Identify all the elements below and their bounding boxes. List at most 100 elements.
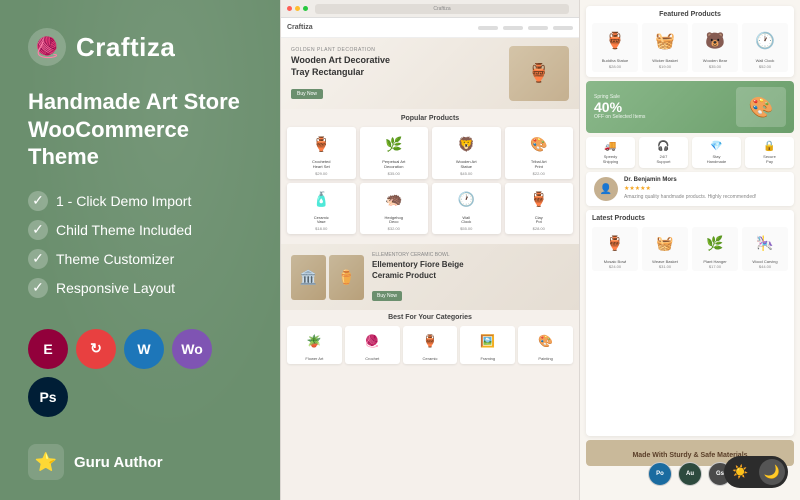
- product-card-3[interactable]: 🦁 Wooden ArtStatue $45.00: [432, 127, 501, 179]
- latest-price-2: $31.00: [659, 264, 671, 269]
- featured-img-2: 🧺: [645, 26, 685, 56]
- product-name-6: HedgehogDeco: [385, 216, 403, 226]
- features-list: ✓ 1 - Click Demo Import ✓ Child Theme In…: [28, 191, 252, 307]
- feature-label-2: Child Theme Included: [56, 222, 192, 238]
- cat-card-3[interactable]: 🏺 Ceramic: [403, 326, 458, 364]
- cat-name-5: Painting: [538, 356, 552, 361]
- sale-small-text: Spring Sale: [594, 94, 645, 100]
- cat-card-5[interactable]: 🎨 Painting: [518, 326, 573, 364]
- latest-card-2[interactable]: 🧺 Weave Basket $31.00: [642, 227, 688, 271]
- promo-text: ELLEMENTORY CERAMIC BOWL Ellementory Fio…: [372, 252, 569, 302]
- author-area: ⭐ Guru Author: [28, 444, 252, 480]
- product-card-7[interactable]: 🕐 WallClock $55.00: [432, 183, 501, 235]
- logo-area: 🧶 Craftiza: [28, 28, 252, 66]
- brand-name: Craftiza: [76, 32, 175, 63]
- latest-img-2: 🧺: [644, 229, 686, 257]
- nav-link-4: [553, 26, 573, 30]
- product-name-8: ClayPot: [535, 216, 543, 226]
- cat-card-1[interactable]: 🪴 Flower Art: [287, 326, 342, 364]
- product-name-1: CrochetedHeart Set: [312, 160, 330, 170]
- product-card-6[interactable]: 🦔 HedgehogDeco $32.00: [360, 183, 429, 235]
- cat-name-2: Crochet: [365, 356, 379, 361]
- tagline-line2: WooCommerce Theme: [28, 116, 252, 171]
- featured-title: Featured Products: [592, 11, 788, 18]
- product-price-7: $55.00: [460, 226, 472, 231]
- product-card-1[interactable]: 🏺 CrochetedHeart Set $29.00: [287, 127, 356, 179]
- url-text: Craftiza: [433, 6, 450, 12]
- cat-name-1: Flower Art: [305, 356, 323, 361]
- feature-badge-handmade: 💎 StayHandmade: [692, 137, 741, 168]
- shipping-text: SpeedyShipping: [603, 154, 619, 164]
- hero-button[interactable]: Buy Now: [291, 89, 323, 99]
- right-preview-panel: Featured Products 🏺 Buddha Statue $28.00…: [580, 0, 800, 500]
- latest-card-3[interactable]: 🌿 Plant Hanger $17.00: [692, 227, 738, 271]
- sale-product-img: 🎨: [736, 87, 786, 127]
- footer-logo-portal: Po: [648, 462, 672, 486]
- latest-price-4: $44.00: [759, 264, 771, 269]
- product-img-3: 🦁: [435, 130, 498, 158]
- featured-card-1[interactable]: 🏺 Buddha Statue $28.00: [592, 23, 638, 72]
- hero-emoji: 🏺: [528, 63, 550, 84]
- popular-products-section: Popular Products 🏺 CrochetedHeart Set $2…: [281, 109, 579, 244]
- latest-section: Latest Products 🏺 Mosaic Bowl $24.00 🧺 W…: [586, 210, 794, 436]
- handmade-text: StayHandmade: [707, 154, 727, 164]
- review-text: Amazing quality handmade products. Highl…: [624, 194, 786, 201]
- feature-item-child-theme: ✓ Child Theme Included: [28, 220, 252, 240]
- moon-icon: 🌙: [764, 464, 780, 480]
- secure-icon: 🔒: [763, 141, 775, 152]
- promo-title: Ellementory Fiore BeigeCeramic Product: [372, 260, 569, 281]
- badge-woocommerce: Wo: [172, 329, 212, 369]
- featured-card-2[interactable]: 🧺 Wicker Basket $19.00: [642, 23, 688, 72]
- product-name-4: Tribal ArtPrint: [531, 160, 547, 170]
- latest-card-1[interactable]: 🏺 Mosaic Bowl $24.00: [592, 227, 638, 271]
- dark-mode-toggle[interactable]: ☀️ 🌙: [724, 456, 788, 488]
- latest-row: 🏺 Mosaic Bowl $24.00 🧺 Weave Basket $31.…: [592, 227, 788, 271]
- product-img-6: 🦔: [363, 186, 426, 214]
- cat-card-4[interactable]: 🖼️ Framing: [460, 326, 515, 364]
- tagline: Handmade Art Store WooCommerce Theme: [28, 88, 252, 171]
- latest-title: Latest Products: [592, 215, 788, 222]
- product-card-8[interactable]: 🏺 ClayPot $28.00: [505, 183, 574, 235]
- author-label: Guru Author: [74, 454, 163, 471]
- feature-label-3: Theme Customizer: [56, 251, 174, 267]
- product-card-2[interactable]: 🌿 Perpetual ArtDecoration $35.00: [360, 127, 429, 179]
- featured-card-3[interactable]: 🐻 Wooden Bear $35.00: [692, 23, 738, 72]
- featured-row: 🏺 Buddha Statue $28.00 🧺 Wicker Basket $…: [592, 23, 788, 72]
- author-star: ⭐: [35, 452, 57, 473]
- cat-name-4: Framing: [480, 356, 495, 361]
- featured-price-4: $52.00: [759, 64, 771, 69]
- nav-link-1: [478, 26, 498, 30]
- support-icon: 🎧: [657, 141, 669, 152]
- product-price-2: $35.00: [388, 171, 400, 176]
- logo-icon: 🧶: [28, 28, 66, 66]
- product-img-8: 🏺: [508, 186, 571, 214]
- cat-name-3: Ceramic: [423, 356, 438, 361]
- cat-card-2[interactable]: 🧶 Crochet: [345, 326, 400, 364]
- dot-green: [303, 6, 308, 11]
- reviewer-avatar: 👤: [594, 177, 618, 201]
- promo-button[interactable]: Buy Now: [372, 291, 402, 301]
- handmade-icon: 💎: [710, 141, 722, 152]
- latest-card-4[interactable]: 🎠 Wood Carving $44.00: [742, 227, 788, 271]
- product-img-2: 🌿: [363, 130, 426, 158]
- product-card-4[interactable]: 🎨 Tribal ArtPrint $22.00: [505, 127, 574, 179]
- featured-img-3: 🐻: [695, 26, 735, 56]
- nav-links: [478, 26, 573, 30]
- product-card-5[interactable]: 🧴 CeramicVase $18.00: [287, 183, 356, 235]
- reviewer-name: Dr. Benjamin Mors: [624, 177, 786, 183]
- product-price-1: $29.00: [315, 171, 327, 176]
- logo-emoji: 🧶: [35, 35, 60, 60]
- featured-price-1: $28.00: [609, 64, 621, 69]
- product-img-5: 🧴: [290, 186, 353, 214]
- featured-card-4[interactable]: 🕐 Wall Clock $52.00: [742, 23, 788, 72]
- products-row-1: 🏺 CrochetedHeart Set $29.00 🌿 Perpetual …: [287, 127, 573, 179]
- feature-label-1: 1 - Click Demo Import: [56, 193, 191, 209]
- featured-img-1: 🏺: [595, 26, 635, 56]
- product-img-7: 🕐: [435, 186, 498, 214]
- shipping-icon: 🚚: [604, 141, 616, 152]
- feature-badge-shipping: 🚚 SpeedyShipping: [586, 137, 635, 168]
- featured-img-4: 🕐: [745, 26, 785, 56]
- promo-banner: 🏛️ ⚱️ ELLEMENTORY CERAMIC BOWL Ellemento…: [281, 244, 579, 310]
- badge-photoshop: Ps: [28, 377, 68, 417]
- product-name-5: CeramicVase: [314, 216, 329, 226]
